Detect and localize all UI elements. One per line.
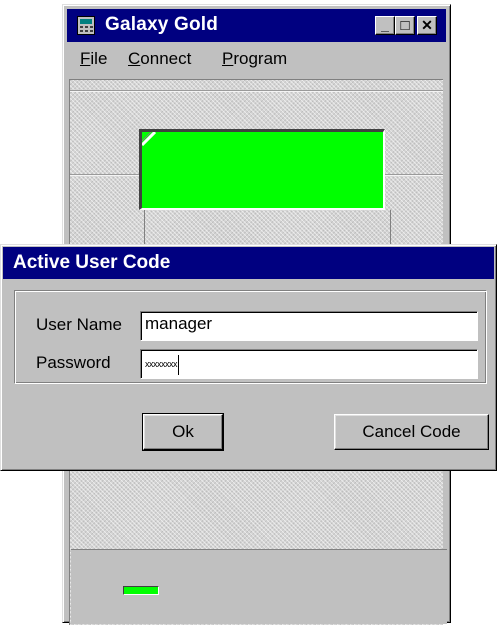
menu-connect[interactable]: Connect — [128, 49, 191, 69]
divider — [390, 210, 391, 245]
title-bar[interactable]: Galaxy Gold _ □ ✕ — [67, 9, 446, 42]
status-panel — [71, 549, 447, 624]
username-field[interactable]: manager — [140, 311, 478, 341]
window-title: Galaxy Gold — [105, 14, 219, 35]
lcd-corner-mark — [142, 132, 156, 146]
status-led — [123, 586, 159, 595]
password-field[interactable]: xxxxxxxx — [140, 349, 478, 379]
lcd-display — [139, 129, 385, 210]
divider — [70, 90, 443, 92]
app-calculator-icon[interactable] — [77, 16, 95, 35]
close-icon[interactable]: ✕ — [417, 16, 437, 35]
active-user-code-dialog: Active User Code User Name manager Passw… — [0, 244, 497, 471]
menu-file[interactable]: File — [80, 49, 107, 69]
password-mask: xxxxxxxx — [145, 359, 178, 369]
divider — [144, 210, 145, 245]
dialog-title-bar[interactable]: Active User Code — [3, 247, 494, 279]
menu-program[interactable]: Program — [222, 49, 287, 69]
text-caret — [178, 354, 179, 375]
username-label: User Name — [36, 315, 122, 334]
minimize-icon[interactable]: _ — [375, 16, 395, 35]
cancel-code-button[interactable]: Cancel Code — [334, 414, 489, 450]
menu-bar: File Connect Program — [67, 45, 446, 71]
credentials-group: User Name manager Password xxxxxxxx — [14, 290, 487, 384]
dialog-title: Active User Code — [13, 252, 171, 273]
maximize-icon[interactable]: □ — [395, 16, 415, 35]
ok-button[interactable]: Ok — [142, 413, 224, 451]
password-label: Password — [36, 353, 111, 372]
